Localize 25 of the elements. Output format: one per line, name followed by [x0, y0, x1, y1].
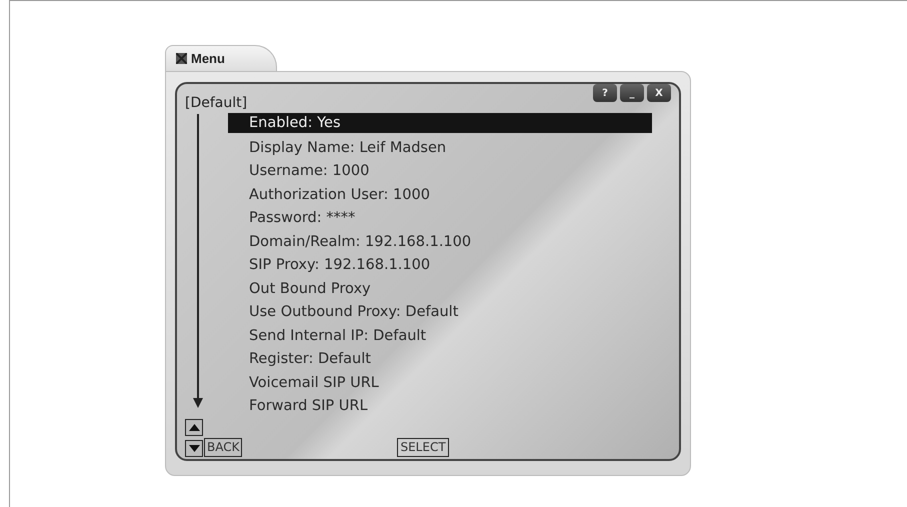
back-softkey[interactable]: BACK — [204, 438, 242, 456]
select-softkey[interactable]: SELECT — [397, 438, 449, 456]
down-arrow-icon — [192, 114, 204, 410]
window-title: Menu — [191, 51, 225, 66]
menu-item[interactable]: Forward SIP URL — [228, 395, 652, 418]
down-triangle-icon — [188, 444, 200, 452]
window-button[interactable]: _ — [620, 84, 644, 102]
menu-item[interactable]: SIP Proxy: 192.168.1.100 — [228, 254, 652, 278]
menu-item[interactable]: Password: **** — [228, 207, 652, 230]
menu-item[interactable]: Send Internal IP: Default — [228, 324, 652, 348]
window-button[interactable]: X — [647, 84, 671, 102]
menu-item[interactable]: Authorization User: 1000 — [228, 184, 652, 207]
up-triangle-icon — [188, 424, 200, 430]
menu-item[interactable]: Use Outbound Proxy: Default — [228, 301, 652, 324]
menu-item[interactable]: Voicemail SIP URL — [228, 372, 652, 395]
menu-item[interactable]: Register: Default — [228, 348, 652, 372]
menu-item[interactable]: Out Bound Proxy — [228, 278, 652, 301]
menu-item[interactable]: Domain/Realm: 192.168.1.100 — [228, 230, 652, 254]
scroll-up-button[interactable] — [185, 418, 203, 436]
menu-item[interactable]: Username: 1000 — [228, 160, 652, 184]
menu-item[interactable]: Display Name: Leif Madsen — [228, 136, 652, 160]
menu-item[interactable]: Enabled: Yes — [228, 113, 652, 133]
window-button[interactable]: ? — [593, 84, 617, 102]
menu-header: [Default] — [185, 95, 248, 111]
scroll-down-button[interactable] — [185, 440, 203, 456]
